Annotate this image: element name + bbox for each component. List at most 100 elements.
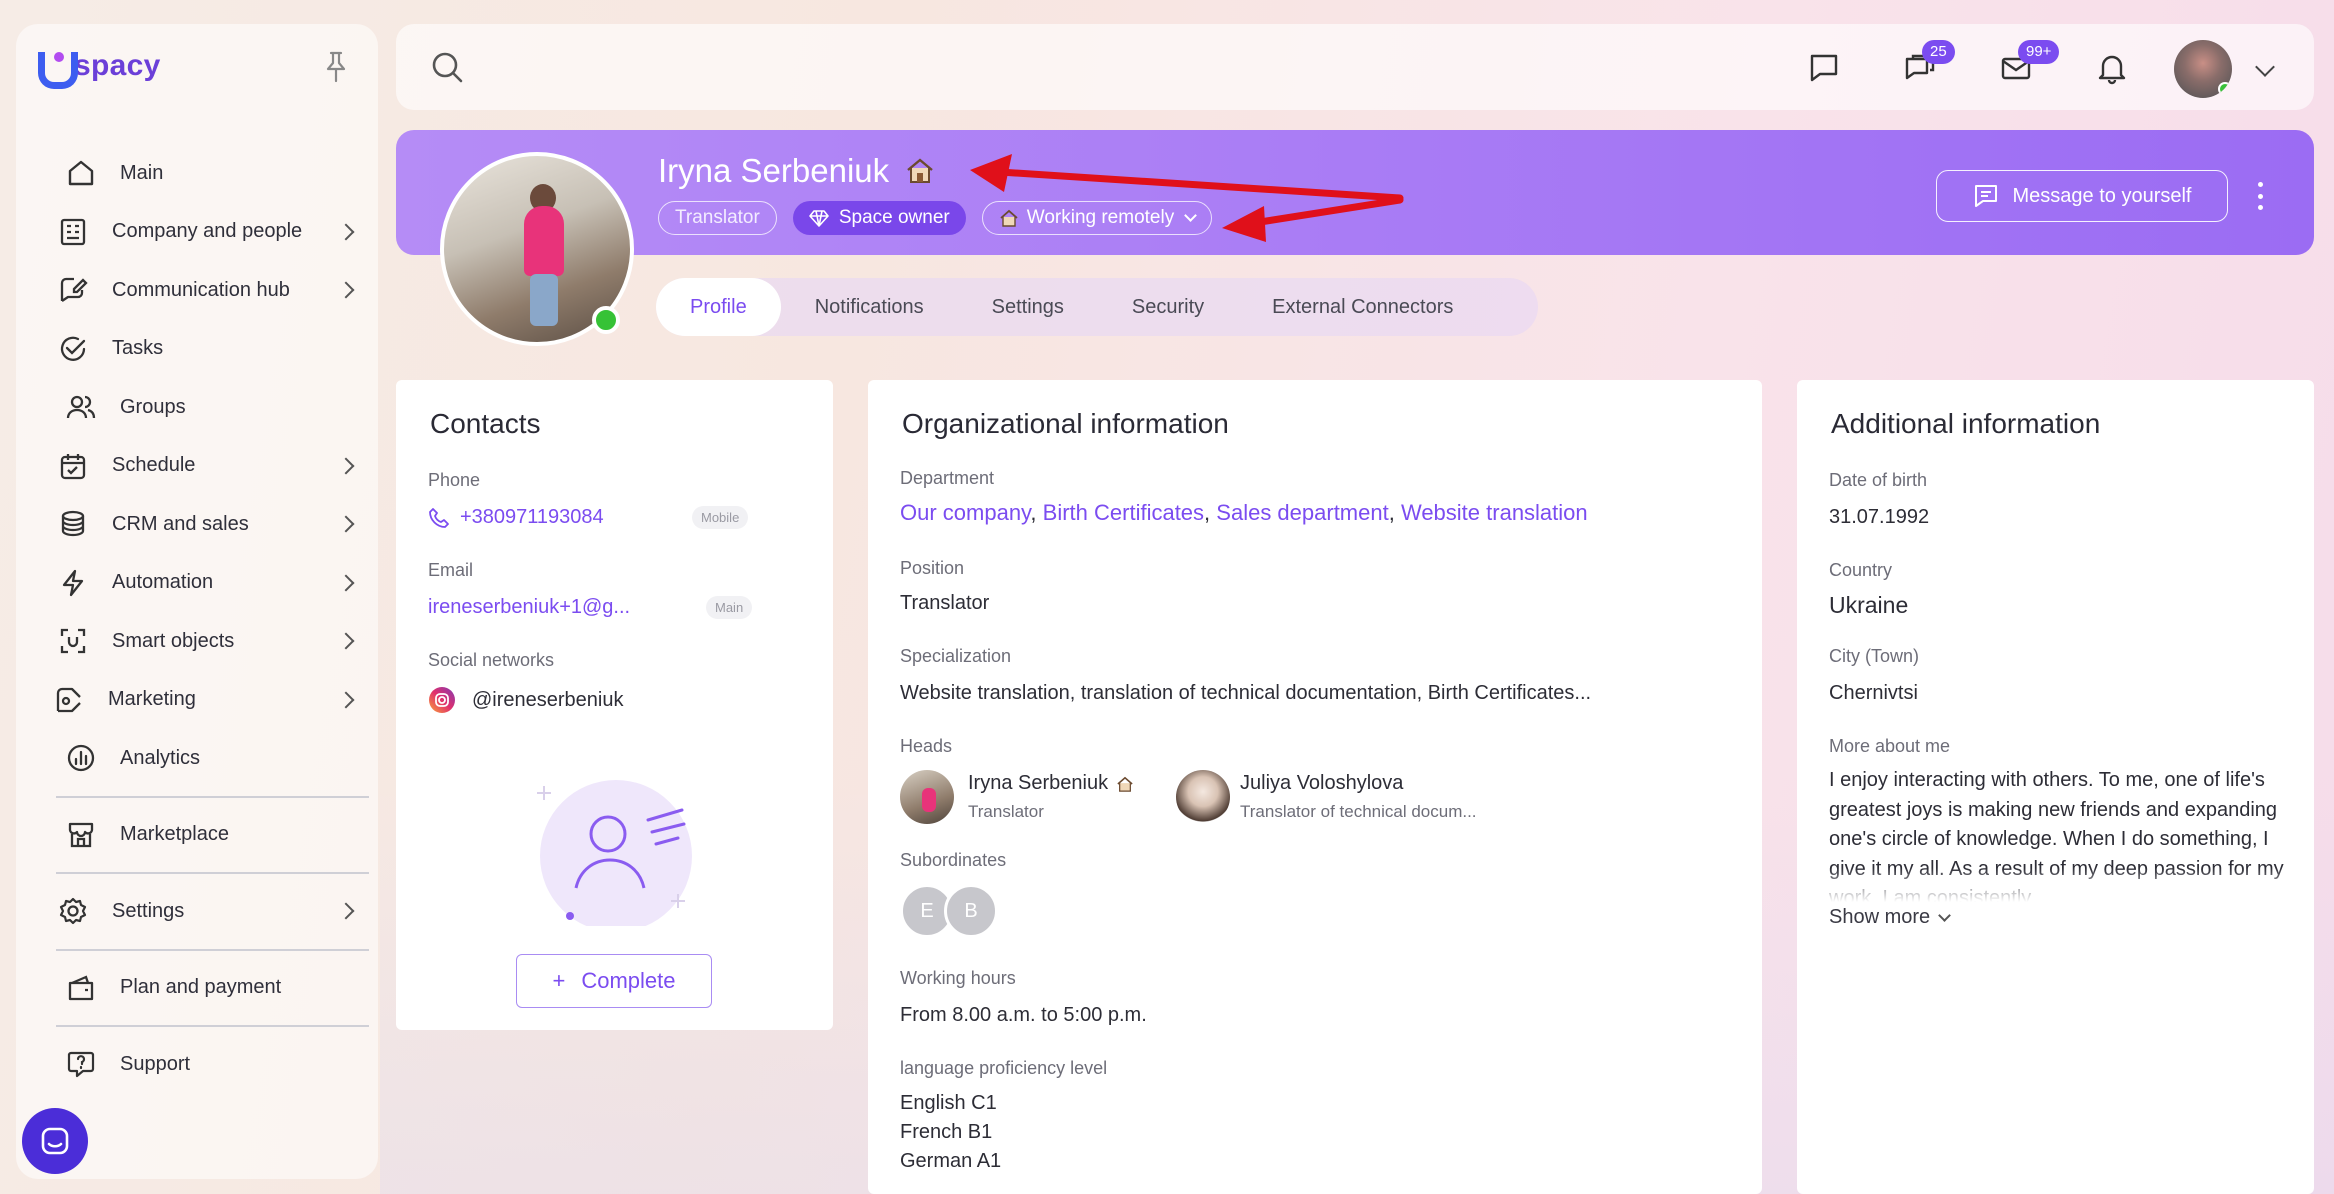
instagram-icon [429,687,455,713]
head-avatar[interactable] [1176,770,1230,824]
more-about-label: More about me [1829,736,1951,756]
chats-button[interactable]: 25 [1898,40,1955,90]
phone-icon [429,507,449,528]
logo[interactable]: spacy [36,44,161,89]
language-item: English C1 [900,1092,997,1114]
logo-mark-icon [36,46,78,89]
head-name[interactable]: Iryna Serbeniuk [968,772,1134,795]
working-hours-value: From 8.00 a.m. to 5:00 p.m. [900,1004,1147,1026]
chevron-right-icon [337,281,355,299]
sidebar-item-label: Marketplace [120,823,229,846]
tab-external-connectors[interactable]: External Connectors [1238,278,1487,336]
help-icon [64,1047,98,1081]
sidebar-item-label: Automation [112,571,214,594]
phone-link[interactable]: +380971193084 [428,506,604,529]
divider [56,1025,369,1027]
calendar-icon [56,449,90,483]
photo-body [922,788,936,812]
message-square-icon [1810,54,1838,82]
sidebar-item-support[interactable]: Support [36,1035,366,1094]
sidebar-item-label: CRM and sales [112,512,249,535]
sidebar-item-tasks[interactable]: Tasks [28,320,366,379]
chats-badge: 25 [1922,40,1955,64]
head-avatar[interactable] [900,770,954,824]
tab-profile[interactable]: Profile [656,278,781,336]
complete-button[interactable]: + Complete [516,954,712,1008]
sidebar-item-marketplace[interactable]: Marketplace [36,806,366,865]
chevron-right-icon [337,574,355,592]
sidebar-item-communication[interactable]: Communication hub [28,261,366,320]
chevron-right-icon [337,223,355,241]
email-link[interactable]: ireneserbeniuk+1@g... [428,596,630,619]
department-link[interactable]: Our company [900,500,1030,525]
support-chat-button[interactable] [22,1108,88,1174]
sidebar-item-label: Analytics [120,746,201,769]
phone-label: Phone [428,470,481,490]
chevron-down-icon[interactable] [2255,57,2275,77]
sidebar-item-main[interactable]: Main [36,144,366,203]
chart-icon [64,741,98,775]
sidebar-item-settings[interactable]: Settings [28,882,366,941]
pin-icon[interactable] [322,50,350,84]
email-tag: Main [706,596,753,619]
house-icon [907,158,933,183]
show-more-button[interactable]: Show more [1829,906,1952,929]
sidebar-item-smart-objects[interactable]: Smart objects [28,612,366,671]
search-icon[interactable] [430,50,466,86]
department-link[interactable]: Website translation [1401,500,1588,525]
card-title: Contacts [430,408,541,439]
store-icon [64,818,98,852]
head-role: Translator [968,802,1044,821]
more-options-icon[interactable] [2256,182,2264,210]
head-name[interactable]: Juliya Voloshylova [1240,772,1403,795]
department-link[interactable]: Sales department [1216,500,1388,525]
phone-tag: Mobile [692,506,749,529]
house-icon [1117,776,1133,792]
language-item: German A1 [900,1150,1002,1172]
diamond-icon [809,210,829,227]
mail-button[interactable]: 99+ [1994,40,2060,90]
country-label: Country [1829,560,1893,580]
notifications-button[interactable] [2090,46,2134,90]
subordinate-avatar[interactable]: B [944,884,998,938]
message-to-yourself-button[interactable]: Message to yourself [1936,170,2228,222]
space-owner-chip: Space owner [792,201,966,235]
specialization-value: Website translation, translation of tech… [900,682,1592,704]
building-icon [56,215,90,249]
message-button-label: Message to yourself [2012,184,2192,207]
top-bar: 25 99+ [396,24,2314,110]
organizational-card: Organizational information Department Ou… [868,380,1762,1194]
tab-security[interactable]: Security [1098,278,1238,336]
users-icon [64,390,98,424]
sidebar-item-company[interactable]: Company and people [28,203,366,262]
tab-notifications[interactable]: Notifications [781,278,958,336]
position-label: Position [900,558,965,578]
social-value: @ireneserbeniuk [472,688,624,711]
department-label: Department [900,468,995,488]
tab-settings[interactable]: Settings [958,278,1098,336]
department-link[interactable]: Birth Certificates [1043,500,1204,525]
sidebar-item-label: Tasks [112,337,164,360]
chat-edit-icon [56,273,90,307]
home-icon [64,156,98,190]
profile-tabs: Profile Notifications Settings Security … [656,278,1538,336]
sidebar-item-schedule[interactable]: Schedule [28,437,366,496]
instagram-link[interactable]: @ireneserbeniuk [428,686,624,714]
sidebar-item-automation[interactable]: Automation [28,554,366,613]
sidebar-item-groups[interactable]: Groups [36,378,366,437]
subordinates-label: Subordinates [900,850,1007,870]
profile-illustration [537,780,692,926]
city-value: Chernivtsi [1829,682,1918,704]
online-indicator [592,306,620,334]
sidebar-item-plan[interactable]: Plan and payment [36,959,366,1018]
sidebar-item-analytics[interactable]: Analytics [36,729,366,788]
sidebar-item-crm[interactable]: CRM and sales [28,495,366,554]
user-avatar[interactable] [2174,40,2232,98]
chevron-right-icon [337,632,355,650]
sidebar-item-label: Settings [112,899,185,922]
messages-button[interactable] [1802,46,1846,90]
annotation-arrows [970,154,1404,242]
sidebar-item-marketing[interactable]: Marketing [24,671,366,730]
photo-legs [530,274,558,326]
divider [56,948,369,951]
